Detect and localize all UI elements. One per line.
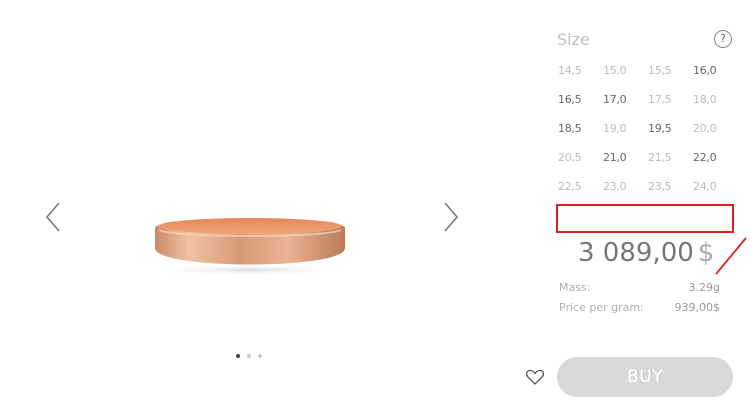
size-option[interactable]: 17,0 <box>603 93 648 106</box>
size-row: 22,5 23,0 23,5 24,0 <box>558 172 738 201</box>
size-option[interactable]: 22,5 <box>558 180 603 193</box>
size-option[interactable]: 20,5 <box>558 151 603 164</box>
price-currency: $ <box>697 238 715 268</box>
size-row: 14,5 15,0 15,5 16,0 <box>558 56 738 85</box>
heart-icon <box>525 369 545 385</box>
chevron-left-icon <box>45 202 60 232</box>
pagination-dot[interactable] <box>236 354 240 358</box>
size-option[interactable]: 24,0 <box>693 180 738 193</box>
size-option[interactable]: 18,0 <box>693 93 738 106</box>
gallery-next-button[interactable] <box>438 197 462 237</box>
size-option[interactable]: 15,0 <box>603 64 648 77</box>
gallery-pagination <box>236 354 262 358</box>
price: 3 089,00 $ <box>578 238 714 268</box>
gallery-prev-button[interactable] <box>42 197 66 237</box>
size-title: Size <box>557 30 590 49</box>
price-per-gram-label: Price per gram: <box>559 301 644 314</box>
favorite-button[interactable] <box>525 367 545 387</box>
price-value: 3 089,00 <box>578 238 694 268</box>
pagination-dot[interactable] <box>258 354 262 358</box>
size-option[interactable]: 22,0 <box>693 151 738 164</box>
size-row: 16,5 17,0 17,5 18,0 <box>558 85 738 114</box>
size-grid: 14,5 15,0 15,5 16,0 16,5 17,0 17,5 18,0 18,5 19,0… <box>558 56 738 201</box>
highlighted-field[interactable] <box>556 204 734 233</box>
size-option[interactable]: 19,0 <box>603 122 648 135</box>
price-per-gram-value: 939,00$ <box>674 301 721 314</box>
size-option[interactable]: 16,5 <box>558 93 603 106</box>
size-option[interactable]: 16,0 <box>693 64 738 77</box>
product-image <box>145 208 355 278</box>
annotation-stroke <box>715 237 747 275</box>
size-option[interactable]: 15,5 <box>648 64 693 77</box>
mass-label: Mass: <box>559 281 591 294</box>
size-option[interactable]: 18,5 <box>558 122 603 135</box>
pagination-dot[interactable] <box>247 354 251 358</box>
help-icon[interactable]: ? <box>714 30 732 48</box>
size-option[interactable]: 17,5 <box>648 93 693 106</box>
chevron-right-icon <box>444 202 459 232</box>
size-row: 20,5 21,0 21,5 22,0 <box>558 143 738 172</box>
size-row: 18,5 19,0 19,5 20,0 <box>558 114 738 143</box>
size-option[interactable]: 21,5 <box>648 151 693 164</box>
size-option[interactable]: 23,5 <box>648 180 693 193</box>
mass-value: 3.29g <box>688 281 720 294</box>
size-option[interactable]: 20,0 <box>693 122 738 135</box>
size-option[interactable]: 21,0 <box>603 151 648 164</box>
size-option[interactable]: 19,5 <box>648 122 693 135</box>
buy-button[interactable]: BUY <box>557 357 733 397</box>
size-option[interactable]: 14,5 <box>558 64 603 77</box>
size-option[interactable]: 23,0 <box>603 180 648 193</box>
